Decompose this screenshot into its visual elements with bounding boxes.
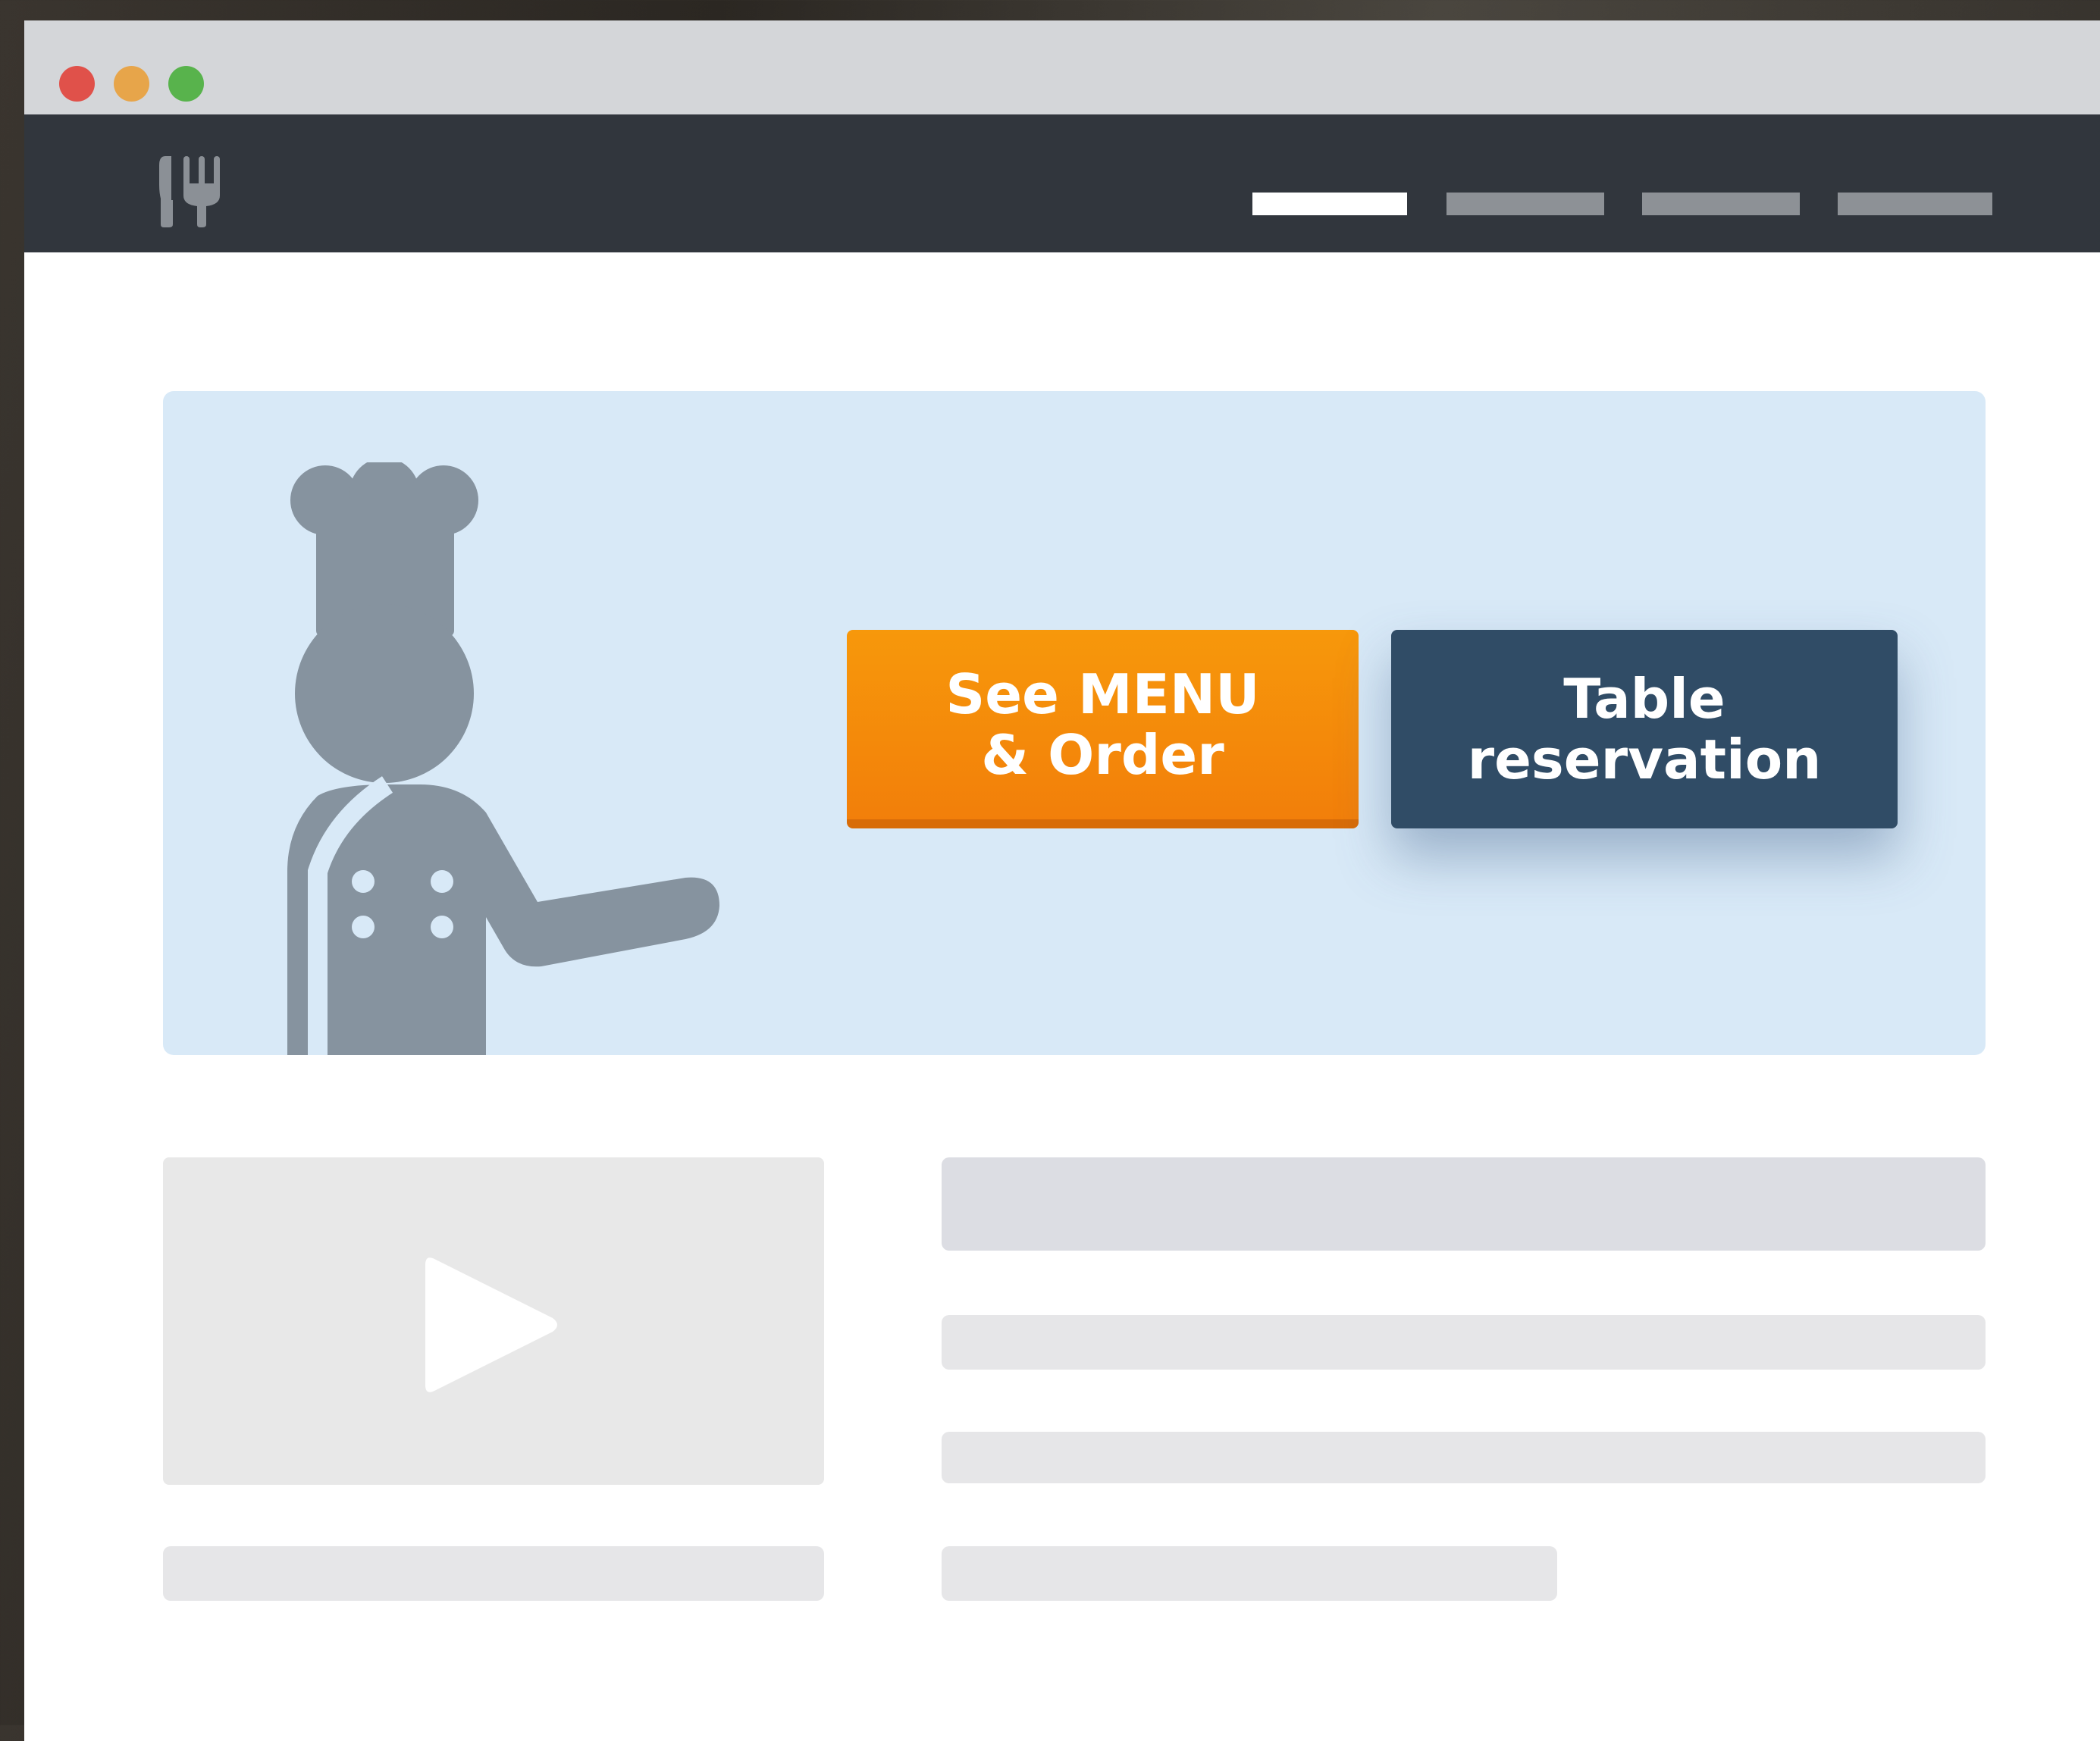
nav-link-2[interactable] xyxy=(1446,193,1604,215)
menu-button-line1: See MENU xyxy=(945,662,1260,726)
menu-button-line2: & Order xyxy=(981,723,1224,787)
heading-placeholder xyxy=(942,1157,1986,1251)
text-line-placeholder xyxy=(942,1432,1986,1483)
nav-link-4[interactable] xyxy=(1838,193,1992,215)
video-placeholder[interactable] xyxy=(163,1157,824,1485)
window-titlebar xyxy=(24,20,2100,114)
browser-window: See MENU & Order Table reservation xyxy=(24,20,2100,1741)
see-menu-order-button[interactable]: See MENU & Order xyxy=(847,630,1359,828)
close-window-button[interactable] xyxy=(59,66,95,102)
minimize-window-button[interactable] xyxy=(114,66,149,102)
caption-placeholder xyxy=(163,1546,824,1601)
text-line-placeholder xyxy=(942,1546,1557,1601)
reservation-button-line2: reservation xyxy=(1467,728,1822,791)
maximize-window-button[interactable] xyxy=(168,66,204,102)
hero-banner: See MENU & Order Table reservation xyxy=(163,391,1986,1055)
chef-icon xyxy=(287,462,719,1055)
nav-link-3[interactable] xyxy=(1642,193,1800,215)
table-reservation-button[interactable]: Table reservation xyxy=(1391,630,1898,828)
site-navbar xyxy=(24,114,2100,252)
play-icon[interactable] xyxy=(425,1253,562,1397)
nav-link-1[interactable] xyxy=(1252,193,1407,215)
reservation-button-line1: Table xyxy=(1563,667,1725,731)
text-line-placeholder xyxy=(942,1315,1986,1370)
fork-knife-icon[interactable] xyxy=(156,155,224,227)
